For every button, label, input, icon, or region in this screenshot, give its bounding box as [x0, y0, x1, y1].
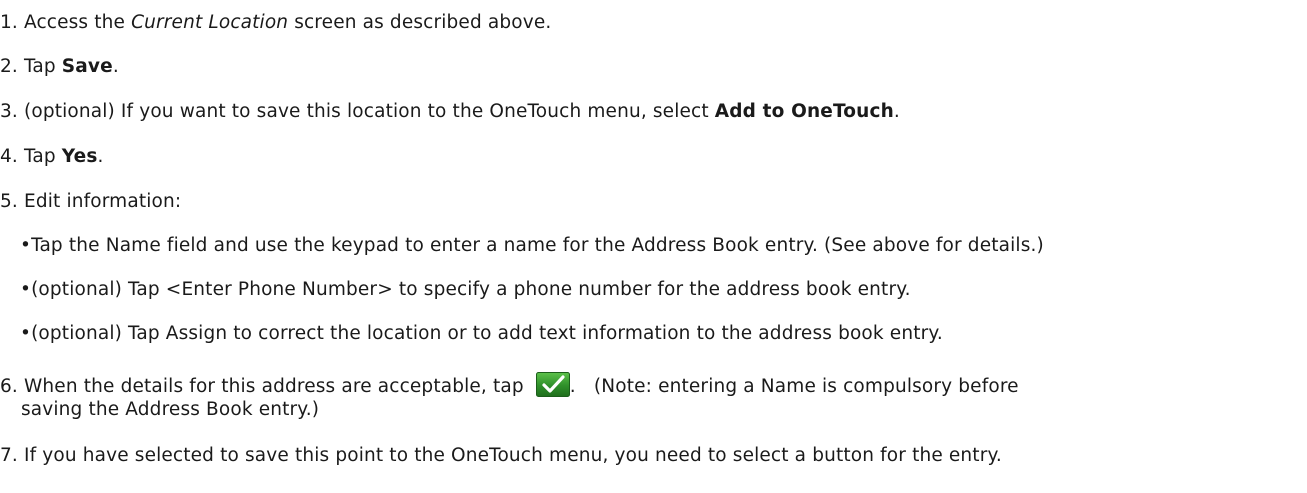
bullet-text: (optional) Tap <Enter Phone Number> to s… [31, 279, 911, 300]
step-text-end: . [112, 56, 119, 77]
step-number: 5. [0, 191, 18, 212]
step-text: Access the [23, 12, 132, 33]
checkmark-icon [535, 372, 570, 397]
step-text-end: screen as described above. [288, 12, 552, 33]
step-text-end: . (Note: entering a Name is compulsory b… [569, 376, 1019, 397]
step-emphasis: Add to OneTouch [714, 101, 894, 122]
step-number: 2. [0, 56, 18, 77]
bullet-item: •Tap the Name field and use the keypad t… [20, 234, 1044, 258]
bullet-text: (optional) Tap Assign to correct the loc… [31, 323, 943, 344]
step-number: 4. [0, 146, 18, 167]
step-text-end: . [893, 101, 900, 122]
bullet-item: •(optional) Tap Assign to correct the lo… [20, 322, 943, 346]
step-text: (optional) If you want to save this loca… [23, 101, 715, 122]
step-3: 3. (optional) If you want to save this l… [0, 100, 900, 124]
step-5: 5. Edit information: [0, 190, 181, 214]
step-text-end: . [97, 146, 104, 167]
step-number: 1. [0, 12, 18, 33]
step-emphasis: Save [61, 56, 113, 77]
step-number: 6. [0, 376, 18, 397]
step-number: 7. [0, 445, 18, 466]
step-7: 7. If you have selected to save this poi… [0, 444, 1002, 468]
step-6-continuation: saving the Address Book entry.) [21, 399, 320, 420]
step-text: Tap [23, 146, 62, 167]
step-text: Edit information: [23, 191, 182, 212]
step-6: 6. When the details for this address are… [0, 372, 1019, 399]
bullet-item: •(optional) Tap <Enter Phone Number> to … [20, 278, 911, 302]
step-text: If you have selected to save this point … [23, 445, 1002, 466]
step-text: Tap [23, 56, 62, 77]
step-2: 2. Tap Save. [0, 55, 119, 79]
bullet-symbol: • [20, 279, 32, 300]
step-number: 3. [0, 101, 18, 122]
bullet-text: Tap the Name field and use the keypad to… [31, 235, 1044, 256]
step-1: 1. Access the Current Location screen as… [0, 11, 551, 35]
step-4: 4. Tap Yes. [0, 145, 104, 169]
step-emphasis: Yes [61, 146, 98, 167]
step-text: When the details for this address are ac… [23, 376, 530, 397]
bullet-symbol: • [20, 235, 32, 256]
step-emphasis: Current Location [131, 12, 289, 33]
bullet-symbol: • [20, 323, 32, 344]
